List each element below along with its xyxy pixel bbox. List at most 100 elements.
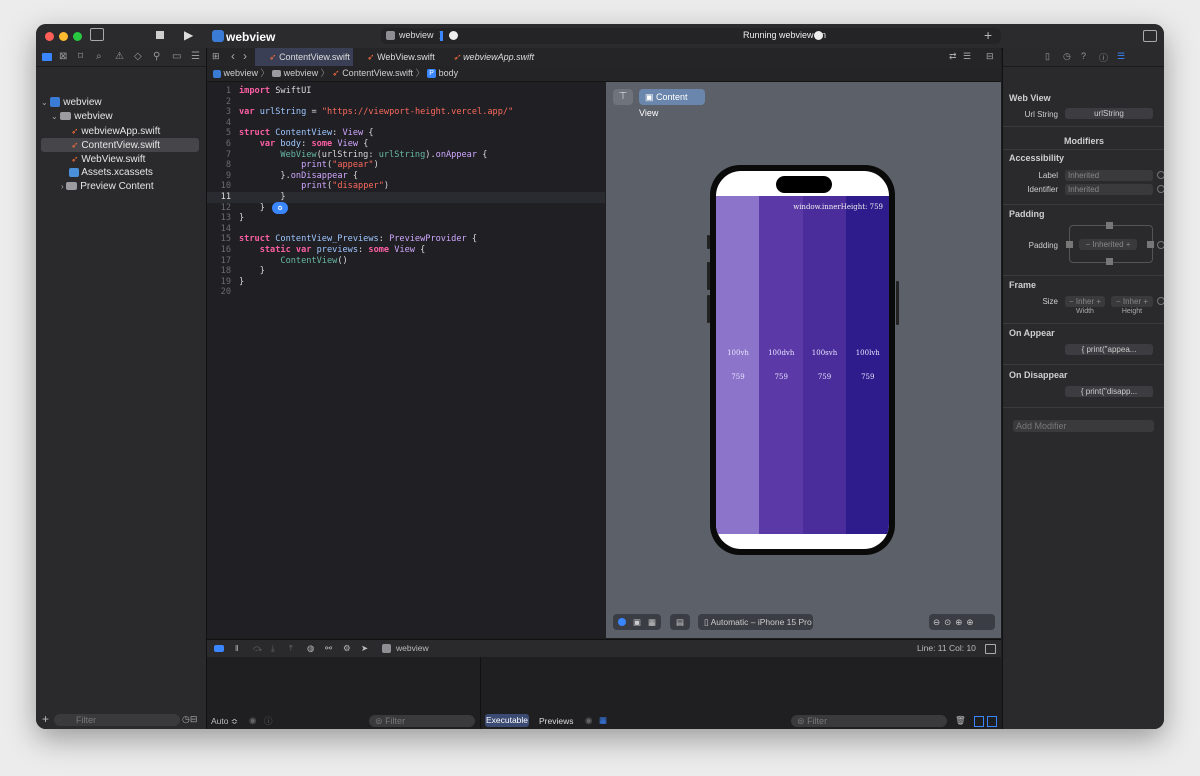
code-line[interactable]: import SwiftUI (239, 86, 311, 96)
left-pane-icon[interactable] (974, 716, 984, 727)
code-line[interactable]: }.onDisappear { (239, 171, 358, 181)
tab-contentview[interactable]: ➶ ContentView.swift (255, 48, 353, 66)
add-modifier-field[interactable]: Add Modifier (1013, 420, 1154, 432)
folder-nav-icon[interactable] (42, 53, 52, 61)
radio-icon[interactable] (1157, 171, 1164, 179)
zoom-actual-icon[interactable]: ⊕ (966, 617, 977, 627)
on-disappear-field[interactable]: { print("disapp... (1065, 386, 1153, 397)
padding-bottom-toggle[interactable] (1106, 258, 1113, 265)
help-icon[interactable]: ? (1081, 51, 1086, 61)
inspector-toggle-icon[interactable] (1143, 30, 1157, 42)
tree-item-file[interactable]: ➶ WebView.swift (41, 152, 199, 166)
environment-icon[interactable]: ⚙ (343, 640, 351, 657)
padding-top-toggle[interactable] (1106, 222, 1113, 229)
navigator-filter-input[interactable]: Filter (54, 714, 180, 726)
debug-icon[interactable]: ⚲ (153, 51, 160, 62)
width-stepper[interactable]: − Inher + (1065, 296, 1105, 307)
breadcrumb-item[interactable]: webview (224, 68, 259, 78)
label-field[interactable]: Inherited (1065, 170, 1153, 181)
content-view-button[interactable]: ▣ Content View (639, 89, 705, 118)
console-filter-input[interactable]: ⊜ Filter (791, 715, 947, 727)
grid-icon[interactable]: ⊞ (212, 51, 220, 62)
add-file-icon[interactable]: + (42, 712, 49, 726)
breakpoint-icon[interactable]: ▭ (172, 51, 181, 62)
tree-item-file[interactable]: ➶ ContentView.swift (41, 138, 199, 152)
zoom-in-icon[interactable]: ⊕ (955, 617, 966, 627)
step-out-icon[interactable]: ⤒ (289, 640, 293, 657)
code-line[interactable]: } (239, 266, 265, 276)
identity-icon[interactable]: ⓘ (1099, 51, 1108, 64)
pin-icon[interactable]: ⊤ (613, 89, 633, 105)
plus-icon[interactable]: + (1141, 297, 1148, 306)
radio-icon[interactable] (1157, 185, 1164, 193)
attributes-icon[interactable]: ☰ (1117, 51, 1125, 62)
stop-icon[interactable] (156, 31, 164, 39)
bookmark-icon[interactable]: ⌑ (78, 51, 83, 62)
executable-tab[interactable]: Executable (485, 714, 529, 727)
minus-icon[interactable]: − (1116, 297, 1123, 306)
plus-icon[interactable]: + (1124, 240, 1131, 249)
scheme-activity-bar[interactable]: webview 〉 Running webview on (381, 28, 1001, 44)
breadcrumb-item[interactable]: ContentView.swift (342, 68, 413, 78)
step-over-icon[interactable]: ⤼ (253, 640, 262, 657)
on-appear-field[interactable]: { print("appea... (1065, 344, 1153, 355)
tree-item-assets[interactable]: Assets.xcassets (41, 166, 199, 180)
tree-item-folder[interactable]: ⌄ webview (41, 110, 199, 124)
info-icon[interactable]: ⓘ (264, 715, 273, 727)
chevron-right-icon[interactable]: › (243, 49, 247, 63)
code-line[interactable]: } (239, 192, 285, 202)
fix-it-badge-icon[interactable]: ✪ (272, 201, 288, 214)
pause-icon[interactable]: ‖ (235, 640, 239, 657)
hide-debug-area-icon[interactable] (985, 644, 996, 654)
padding-right-toggle[interactable] (1147, 241, 1154, 248)
padding-left-toggle[interactable] (1066, 241, 1073, 248)
auto-scope-select[interactable]: Auto ≎ (211, 716, 238, 727)
add-icon[interactable]: + (984, 27, 992, 43)
step-in-icon[interactable]: ⤓ (271, 640, 275, 657)
code-line[interactable]: } (239, 203, 265, 213)
view-debugger-icon[interactable]: ◍ (307, 640, 314, 657)
tab-webviewapp[interactable]: ➶ webviewApp.swift (439, 48, 553, 66)
plus-icon[interactable]: + (1094, 297, 1101, 306)
code-line[interactable]: var body: some View { (239, 139, 369, 149)
report-icon[interactable]: ☰ (191, 51, 200, 62)
code-line[interactable]: struct ContentView_Previews: PreviewProv… (239, 234, 477, 244)
split-editor-icon[interactable]: ⊟ (986, 51, 994, 62)
height-stepper[interactable]: − Inher + (1111, 296, 1153, 307)
memory-graph-icon[interactable]: ⚯ (325, 640, 332, 657)
tab-webview[interactable]: ➶ WebView.swift (353, 48, 453, 66)
close-window-button[interactable] (45, 32, 54, 41)
file-icon[interactable]: ▯ (1045, 51, 1050, 62)
scheme-target[interactable]: webview (399, 30, 434, 40)
code-line[interactable]: WebView(urlString: urlString).onAppear { (239, 150, 487, 160)
code-line[interactable]: } (239, 277, 244, 287)
device-selector[interactable]: ▯ Automatic – iPhone 15 Pro ⌄ (698, 614, 813, 643)
previews-tab[interactable]: Previews (539, 716, 573, 726)
padding-stepper[interactable]: − Inherited + (1079, 239, 1137, 250)
code-line[interactable]: static var previews: some View { (239, 245, 426, 255)
tree-item-project[interactable]: ⌄ webview (41, 96, 199, 110)
sidebar-toggle-icon[interactable] (90, 28, 104, 41)
variables-filter-input[interactable]: ⊜ Filter (369, 715, 475, 727)
zoom-out-icon[interactable]: ⊖ (933, 617, 944, 627)
zoom-window-button[interactable] (73, 32, 82, 41)
location-icon[interactable]: ➤ (361, 640, 368, 657)
tree-item-file[interactable]: ➶ webviewApp.swift (41, 124, 199, 138)
url-string-field[interactable]: urlString (1065, 108, 1153, 119)
recent-filter-icon[interactable]: ◷⊟ (182, 714, 197, 725)
radio-icon[interactable] (1157, 241, 1164, 249)
identifier-field[interactable]: Inherited (1065, 184, 1153, 195)
filter-settings-icon[interactable]: ▦ (599, 715, 607, 726)
right-pane-icon[interactable] (987, 716, 997, 727)
console-toggle-icon[interactable] (214, 645, 224, 652)
search-icon[interactable]: ⌕ (96, 51, 102, 62)
code-line[interactable]: struct ContentView: View { (239, 128, 374, 138)
code-line[interactable]: print("appear") (239, 160, 379, 170)
minimize-window-button[interactable] (59, 32, 68, 41)
live-mode-icon[interactable] (618, 618, 626, 626)
chevron-left-icon[interactable]: ‹ (231, 49, 235, 63)
breadcrumb-item[interactable]: webview (284, 68, 319, 78)
warning-icon[interactable]: ⚠ (115, 51, 124, 62)
run-icon[interactable]: ▶ (184, 28, 193, 42)
zoom-fit-icon[interactable]: ⊙ (944, 617, 955, 627)
